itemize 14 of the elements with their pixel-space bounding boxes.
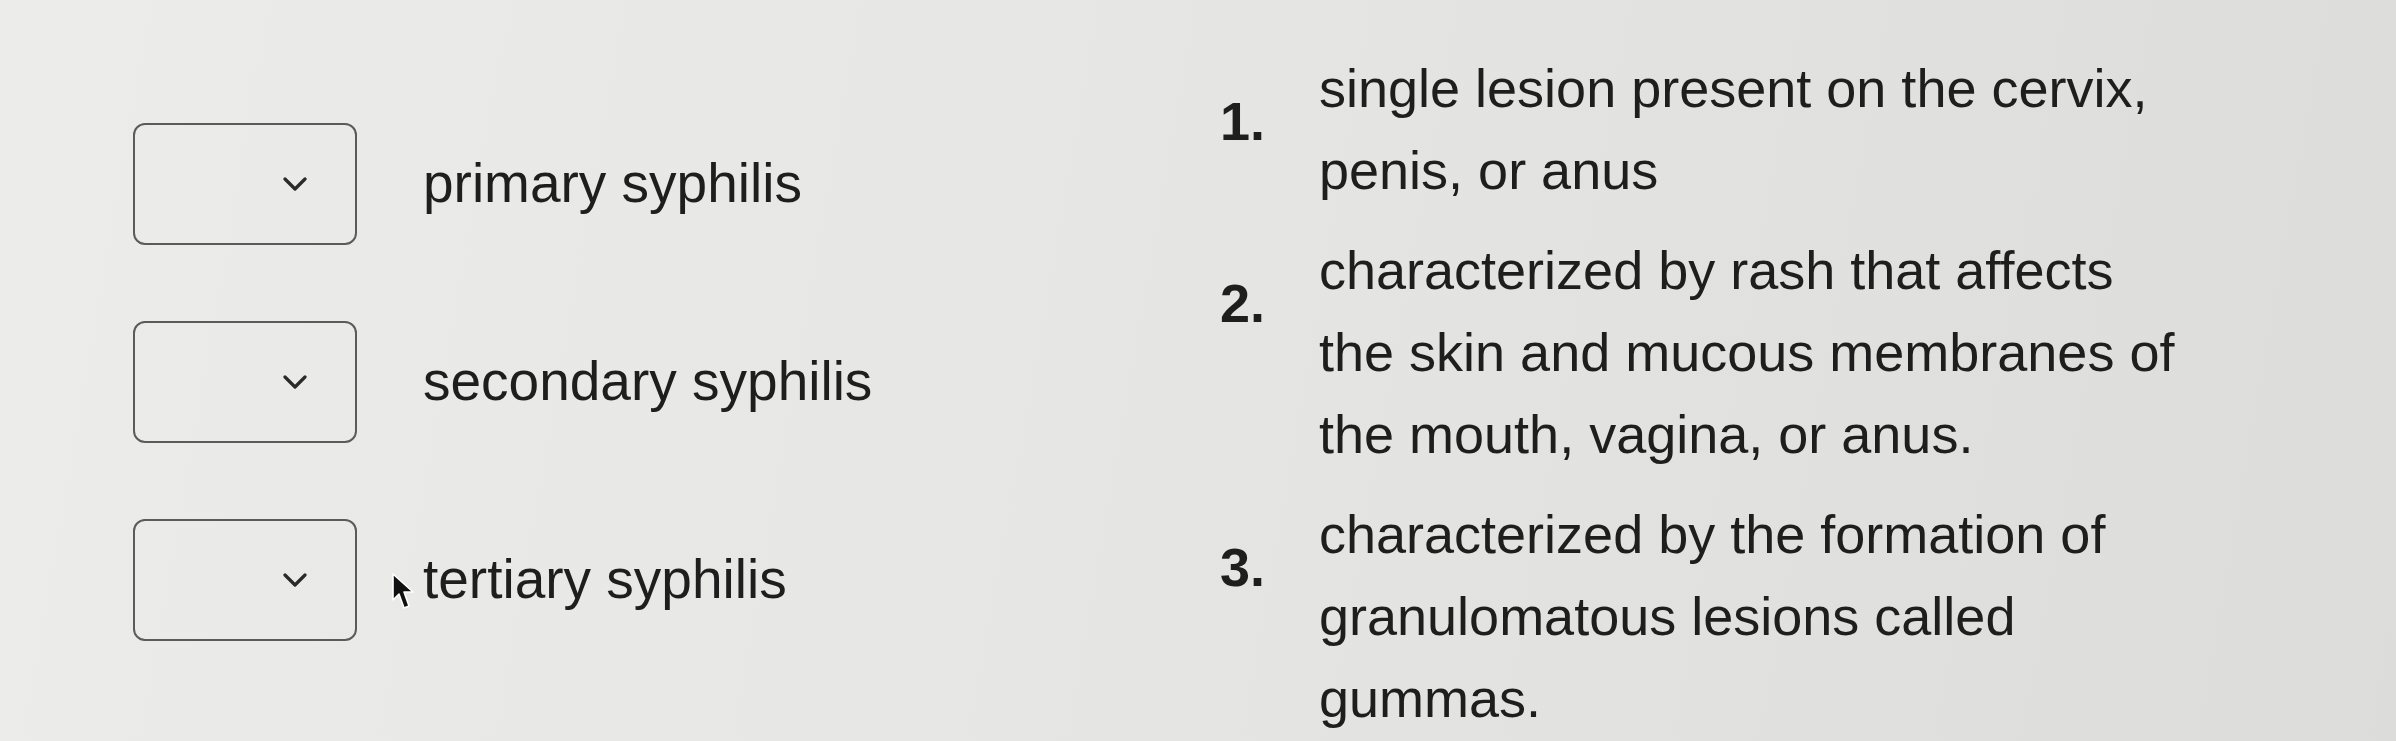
term-label: secondary syphilis bbox=[423, 350, 873, 414]
chevron-down-icon bbox=[283, 573, 307, 587]
chevron-down-icon bbox=[283, 375, 307, 389]
term-label: tertiary syphilis bbox=[423, 548, 787, 612]
description-text: characterized by rash that affects the skin and mucous membranes of the mouth, vagina, or anus. bbox=[1319, 239, 2176, 466]
description-text: characterized by the formation of granulomatous lesions called gummas. bbox=[1319, 503, 2107, 730]
item-number: 2. bbox=[1220, 273, 1267, 333]
item-number: 1. bbox=[1220, 91, 1267, 151]
item-number: 3. bbox=[1220, 537, 1267, 597]
term-label: primary syphilis bbox=[423, 152, 802, 216]
chevron-down-icon bbox=[283, 177, 307, 191]
answer-dropdown[interactable] bbox=[133, 321, 357, 443]
answer-dropdown[interactable] bbox=[133, 123, 357, 245]
answer-dropdown[interactable] bbox=[133, 519, 357, 641]
